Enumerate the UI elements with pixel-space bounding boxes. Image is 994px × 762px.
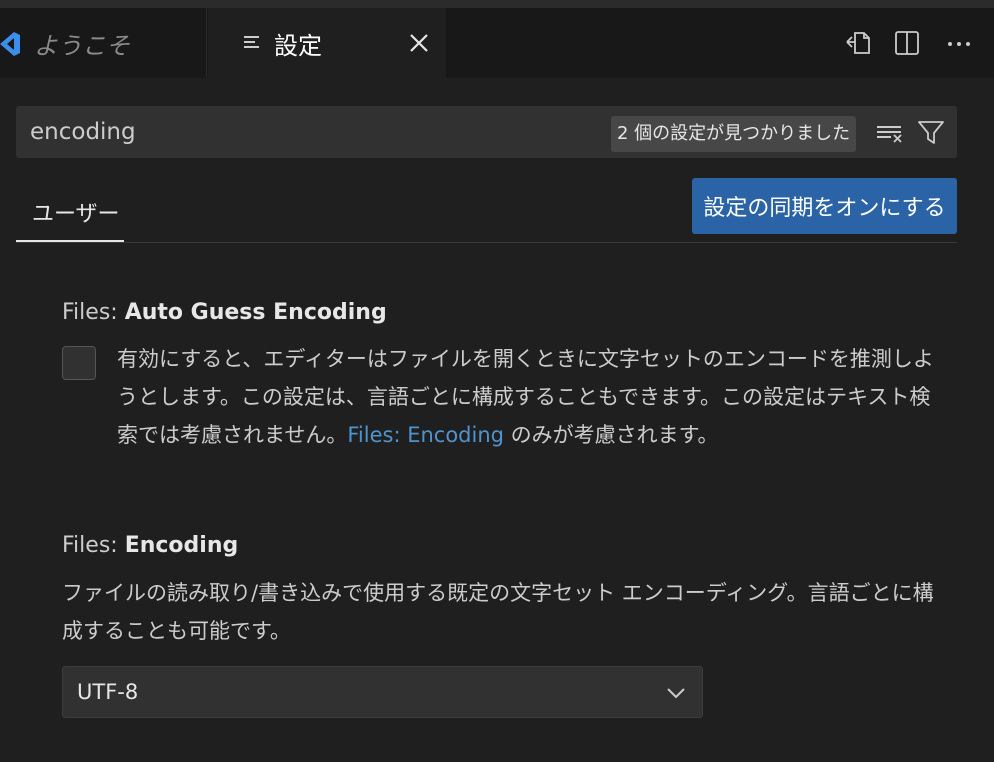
settings-search-input[interactable] <box>30 114 600 150</box>
tab-welcome[interactable]: ようこそ <box>0 8 207 78</box>
filter-icon[interactable] <box>916 118 946 148</box>
open-settings-json-icon[interactable] <box>844 28 874 58</box>
setting-name: Auto Guess Encoding <box>124 300 387 325</box>
close-icon[interactable] <box>404 28 434 58</box>
setting-description-auto-guess-encoding: 有効にすると、エディターはファイルを開くときに文字セットのエンコードを推測しよう… <box>117 340 937 454</box>
settings-list-icon <box>244 36 259 48</box>
chevron-down-icon <box>667 688 685 699</box>
setting-title-encoding: Files: Encoding <box>62 533 238 558</box>
settings-search-bar: 2 個の設定が見つかりました <box>16 106 957 158</box>
tab-user-scope-label: ユーザー <box>32 202 120 227</box>
encoding-select[interactable]: UTF-8 <box>62 666 703 718</box>
tab-settings-label: 設定 <box>274 32 322 60</box>
auto-guess-encoding-checkbox[interactable] <box>62 346 96 380</box>
setting-category: Files: <box>62 300 125 325</box>
tab-settings[interactable]: 設定 <box>208 8 446 78</box>
encoding-selected-value: UTF-8 <box>77 680 139 704</box>
more-actions-icon[interactable] <box>944 28 974 58</box>
split-editor-icon[interactable] <box>892 28 922 58</box>
setting-category: Files: <box>62 533 125 558</box>
setting-name: Encoding <box>124 533 239 558</box>
vscode-logo-icon <box>0 32 20 56</box>
scope-divider <box>16 242 957 243</box>
setting-title-auto-guess-encoding: Files: Auto Guess Encoding <box>62 300 387 325</box>
clear-search-icon[interactable] <box>875 118 905 148</box>
tab-user-scope[interactable]: ユーザー <box>16 180 124 242</box>
description-text-end: のみが考慮されます。 <box>503 423 719 447</box>
tab-welcome-label: ようこそ <box>34 31 130 60</box>
title-bar-strip <box>0 0 994 8</box>
search-result-count: 2 個の設定が見つかりました <box>611 116 857 152</box>
turn-on-settings-sync-button[interactable]: 設定の同期をオンにする <box>692 178 957 234</box>
setting-description-encoding: ファイルの読み取り/書き込みで使用する既定の文字セット エンコーディング。言語ご… <box>62 581 934 643</box>
files-encoding-link[interactable]: Files: Encoding <box>347 423 504 447</box>
